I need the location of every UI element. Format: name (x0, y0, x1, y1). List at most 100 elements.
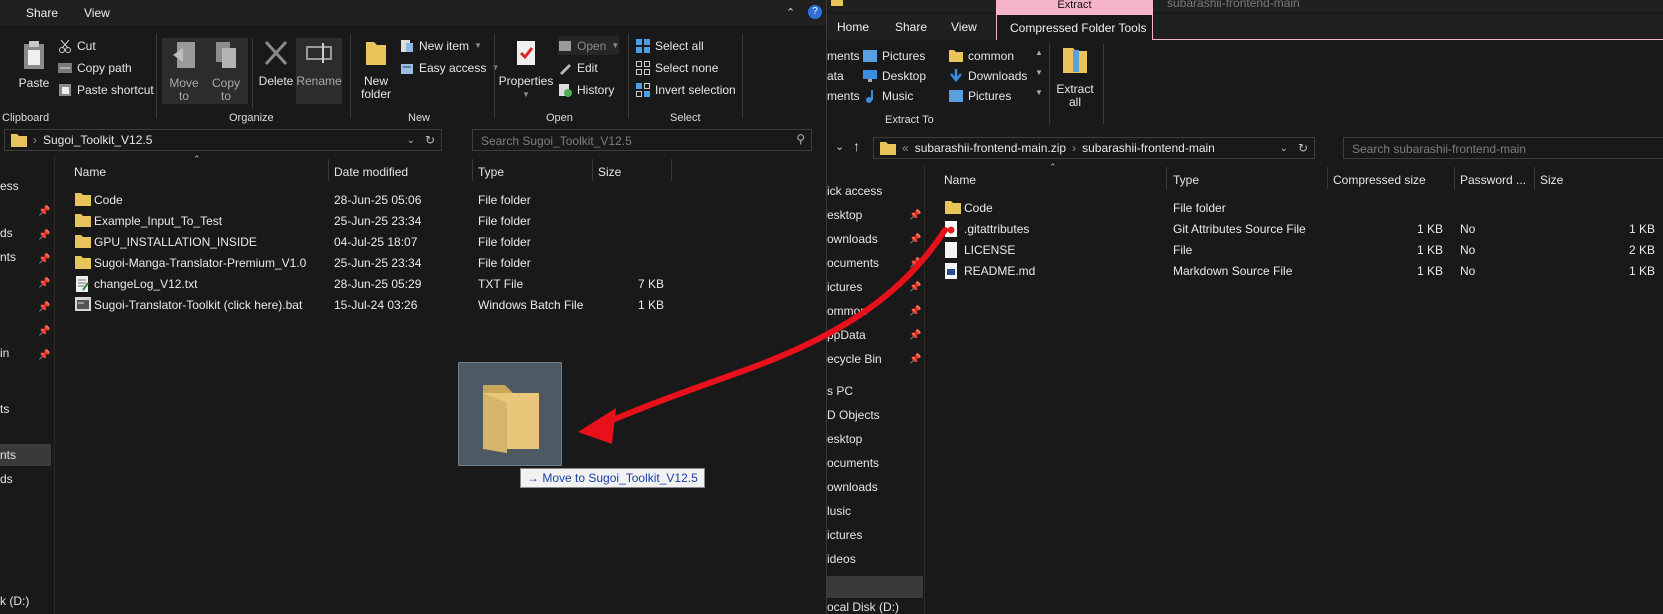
nav-item[interactable]: ideos (827, 552, 856, 566)
new-folder-button[interactable]: New folder (354, 38, 398, 101)
copy-to-button[interactable]: Copy to (204, 38, 248, 104)
table-row[interactable]: Sugoi-Translator-Toolkit (click here).ba… (0, 295, 826, 315)
up-arrow-icon[interactable]: ↑ (853, 138, 860, 154)
breadcrumb-segment[interactable]: subarashii-frontend-main.zip (915, 141, 1066, 155)
refresh-icon[interactable]: ↻ (425, 133, 435, 147)
nav-item[interactable]: ts (0, 402, 9, 416)
nav-item[interactable]: D Objects (827, 408, 880, 422)
nav-item[interactable]: ictures (827, 528, 862, 542)
address-dropdown-icon[interactable]: ⌄ (407, 135, 415, 146)
paste-shortcut-button[interactable]: Paste shortcut (58, 80, 154, 99)
column-header-name[interactable]: Name (944, 173, 976, 187)
nav-item[interactable]: nts (0, 448, 16, 462)
column-separator[interactable] (1327, 167, 1328, 189)
table-row[interactable]: README.md Markdown Source File 1 KB No 1 KB (827, 261, 1663, 281)
extract-to-desktop[interactable]: Desktop (863, 66, 926, 85)
column-separator[interactable] (472, 159, 473, 181)
extract-to-pictures-2[interactable]: Pictures (949, 86, 1011, 105)
help-icon[interactable]: ? (808, 5, 822, 19)
column-header-name[interactable]: Name (74, 165, 106, 179)
column-separator[interactable] (1534, 167, 1535, 189)
nav-item[interactable]: ocal Disk (D:) (827, 600, 899, 614)
table-row[interactable]: Code 28-Jun-25 05:06 File folder (0, 190, 826, 210)
move-to-button[interactable]: Move to (162, 38, 206, 104)
column-separator[interactable] (328, 159, 329, 181)
easy-access-button[interactable]: Easy access ▼ (400, 58, 499, 77)
column-separator[interactable] (671, 159, 672, 181)
nav-item[interactable]: ds (0, 472, 13, 486)
nav-item[interactable]: s PC (827, 384, 853, 398)
nav-item[interactable]: ecycle Bin (827, 352, 882, 366)
tab-compressed-folder-tools[interactable]: Compressed Folder Tools (996, 14, 1153, 40)
table-row[interactable]: .gitattributes Git Attributes Source File… (827, 219, 1663, 239)
column-header-compressed-size[interactable]: Compressed size (1333, 173, 1426, 187)
gallery-expand-icon[interactable]: ▼ (1035, 88, 1043, 97)
extract-to-pictures[interactable]: Pictures (863, 46, 925, 65)
tab-view[interactable]: View (951, 20, 977, 34)
extract-to-common[interactable]: common (949, 46, 1014, 65)
column-header-size[interactable]: Size (1540, 173, 1563, 187)
nav-item[interactable]: ick access (827, 184, 882, 198)
extract-to-item[interactable]: ata (827, 69, 844, 83)
tab-share[interactable]: Share (895, 20, 927, 34)
tab-share[interactable]: Share (26, 6, 58, 20)
breadcrumb-current[interactable]: Sugoi_Toolkit_V12.5 (43, 133, 152, 147)
nav-item[interactable]: ownloads (827, 480, 878, 494)
column-separator[interactable] (592, 159, 593, 181)
invert-selection-button[interactable]: Invert selection (636, 80, 736, 99)
refresh-icon[interactable]: ↻ (1298, 141, 1308, 155)
nav-item[interactable]: in (0, 346, 9, 360)
copy-path-button[interactable]: Copy path (58, 58, 132, 77)
extract-to-item[interactable]: ments (827, 49, 860, 63)
address-dropdown-icon[interactable]: ⌄ (1280, 143, 1288, 154)
new-item-button[interactable]: New item ▼ (400, 36, 482, 55)
extract-to-music[interactable]: Music (863, 86, 913, 105)
nav-item[interactable]: esktop (827, 432, 862, 446)
gallery-scroll-up-icon[interactable]: ▲ (1035, 48, 1043, 57)
nav-item[interactable]: ppData (827, 328, 866, 342)
column-header-size[interactable]: Size (598, 165, 621, 179)
search-input[interactable]: Search Sugoi_Toolkit_V12.5 ⚲ (472, 129, 812, 151)
table-row[interactable]: LICENSE File 1 KB No 2 KB (827, 240, 1663, 260)
select-none-button[interactable]: Select none (636, 58, 718, 77)
table-row[interactable]: Example_Input_To_Test 25-Jun-25 23:34 File… (0, 211, 826, 231)
column-separator[interactable] (1166, 167, 1167, 189)
paste-button[interactable]: Paste (12, 40, 56, 90)
overflow-chevron-icon[interactable]: « (902, 141, 909, 155)
delete-button[interactable]: Delete (254, 38, 298, 88)
nav-item[interactable]: ommon (827, 304, 867, 318)
open-button[interactable]: Open ▼ (558, 36, 620, 55)
history-button[interactable]: History (558, 80, 614, 99)
minimize-ribbon-icon[interactable]: ⌃ (786, 6, 795, 19)
cut-button[interactable]: Cut (58, 36, 96, 55)
properties-button[interactable]: Properties ▼ (498, 38, 554, 101)
back-dropdown-icon[interactable]: ⌄ (835, 140, 844, 153)
column-separator[interactable] (1454, 167, 1455, 189)
select-all-button[interactable]: Select all (636, 36, 704, 55)
column-header-type[interactable]: Type (478, 165, 504, 179)
tab-home[interactable]: Home (837, 20, 869, 34)
table-row[interactable]: changeLog_V12.txt 28-Jun-25 05:29 TXT File… (0, 274, 826, 294)
edit-button[interactable]: Edit (558, 58, 598, 77)
table-row[interactable]: Sugoi-Manga-Translator-Premium_V1.0 25-Ju… (0, 253, 826, 273)
extract-to-item[interactable]: ments (827, 89, 860, 103)
table-row[interactable]: GPU_INSTALLATION_INSIDE 04-Jul-25 18:07 Fi… (0, 232, 826, 252)
address-bar[interactable]: › Sugoi_Toolkit_V12.5 ⌄ ↻ (4, 129, 442, 151)
nav-item-selected[interactable] (827, 576, 923, 598)
extract-to-downloads[interactable]: Downloads (949, 66, 1027, 85)
context-tab-extract[interactable]: Extract (996, 0, 1153, 14)
nav-item[interactable]: ictures (827, 280, 862, 294)
breadcrumb-current[interactable]: subarashii-frontend-main (1082, 141, 1215, 155)
search-input[interactable]: Search subarashii-frontend-main (1343, 137, 1663, 159)
rename-button[interactable]: Rename (296, 38, 342, 104)
column-header-type[interactable]: Type (1173, 173, 1199, 187)
tab-view[interactable]: View (84, 6, 110, 20)
extract-all-button[interactable]: Extract all (1055, 44, 1095, 109)
column-header-password[interactable]: Password ... (1460, 173, 1526, 187)
nav-item[interactable]: ocuments (827, 456, 879, 470)
column-header-date-modified[interactable]: Date modified (334, 165, 408, 179)
gallery-scroll-down-icon[interactable]: ▼ (1035, 68, 1043, 77)
table-row[interactable]: Code File folder (827, 198, 1663, 218)
nav-item[interactable]: lusic (827, 504, 851, 518)
nav-item[interactable]: k (D:) (0, 594, 29, 608)
